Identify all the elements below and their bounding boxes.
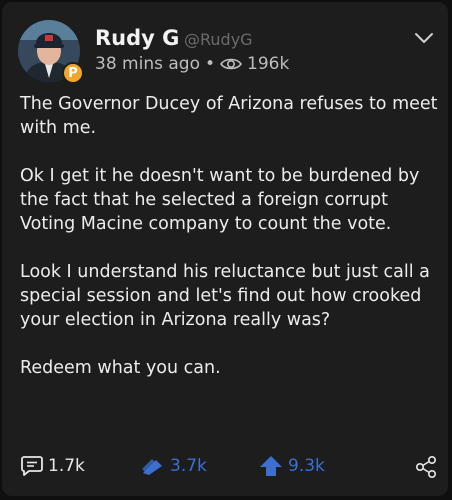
post-actions: 1.7k 3.7k 9.3k — [20, 455, 440, 481]
post-paragraph: The Governor Ducey of Arizona refuses to… — [20, 94, 438, 138]
comment-icon — [21, 456, 43, 476]
chevron-down-icon[interactable] — [414, 32, 434, 44]
share-button[interactable] — [414, 455, 438, 479]
post-paragraph: Redeem what you can. — [20, 358, 221, 378]
echo-icon — [142, 459, 162, 475]
view-count: 196k — [247, 54, 290, 74]
post-card: P Rudy G @RudyG 38 mins ago • 196k The G… — [2, 2, 448, 496]
post-paragraph: Ok I get it he doesn't want to be burden… — [20, 166, 420, 234]
upvote-count: 9.3k — [288, 456, 325, 476]
upvote-icon — [260, 456, 282, 476]
meta-separator: • — [204, 54, 215, 74]
share-icon — [415, 455, 437, 479]
post-paragraph: Look I understand his reluctance but jus… — [20, 262, 430, 330]
upvote-button[interactable]: 9.3k — [258, 455, 325, 477]
echo-count: 3.7k — [170, 456, 207, 476]
comment-button[interactable]: 1.7k — [20, 455, 85, 477]
author-name[interactable]: Rudy G — [95, 26, 179, 50]
echo-button[interactable]: 3.7k — [140, 455, 207, 477]
post-time: 38 mins ago — [95, 54, 200, 74]
eye-icon — [220, 58, 242, 70]
author-handle[interactable]: @RudyG — [184, 30, 253, 49]
comment-count: 1.7k — [48, 456, 85, 476]
post-meta: 38 mins ago • 196k — [95, 54, 289, 74]
parler-badge-icon: P — [62, 62, 84, 84]
post-body: The Governor Ducey of Arizona refuses to… — [20, 92, 440, 404]
